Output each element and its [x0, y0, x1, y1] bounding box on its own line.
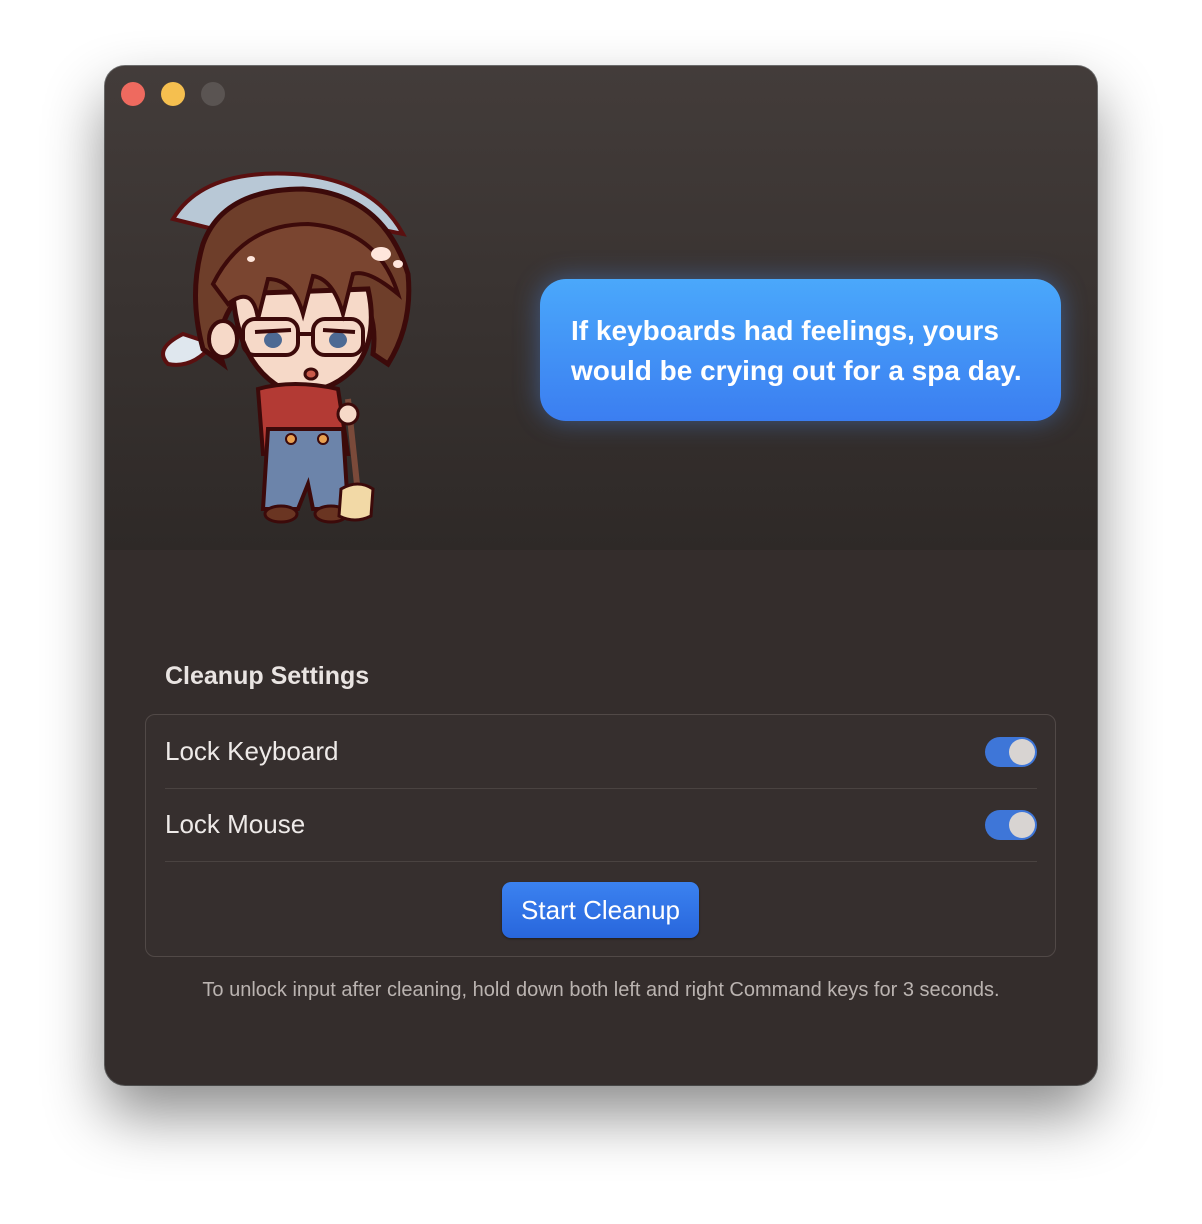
lock-mouse-label: Lock Mouse [165, 809, 306, 839]
section-title: Cleanup Settings [165, 662, 370, 690]
lock-mouse-row: Lock Mouse [165, 788, 1037, 862]
lock-keyboard-label: Lock Keyboard [165, 736, 339, 766]
toggle-knob [1009, 739, 1035, 765]
zoom-icon[interactable] [201, 82, 225, 106]
lock-mouse-toggle[interactable] [985, 810, 1037, 840]
close-icon[interactable] [121, 82, 145, 106]
mascot-illustration [161, 171, 412, 524]
minimize-icon[interactable] [161, 82, 185, 106]
speech-bubble: If keyboards had feelings, yours would b… [540, 279, 1061, 421]
hero-area: If keyboards had feelings, yours would b… [105, 66, 1097, 550]
toggle-knob [1009, 812, 1035, 838]
app-window: If keyboards had feelings, yours would b… [105, 66, 1097, 1085]
unlock-hint: To unlock input after cleaning, hold dow… [202, 979, 1000, 1001]
lock-keyboard-toggle[interactable] [985, 737, 1037, 767]
settings-panel: Lock Keyboard Lock Mouse Start Cleanup [145, 714, 1056, 957]
start-cleanup-button[interactable]: Start Cleanup [502, 882, 699, 938]
bubble-line-1: If keyboards had feelings, yours [571, 315, 999, 346]
bubble-line-2: would be crying out for a spa day. [571, 355, 1022, 386]
lock-keyboard-row: Lock Keyboard [165, 715, 1037, 789]
